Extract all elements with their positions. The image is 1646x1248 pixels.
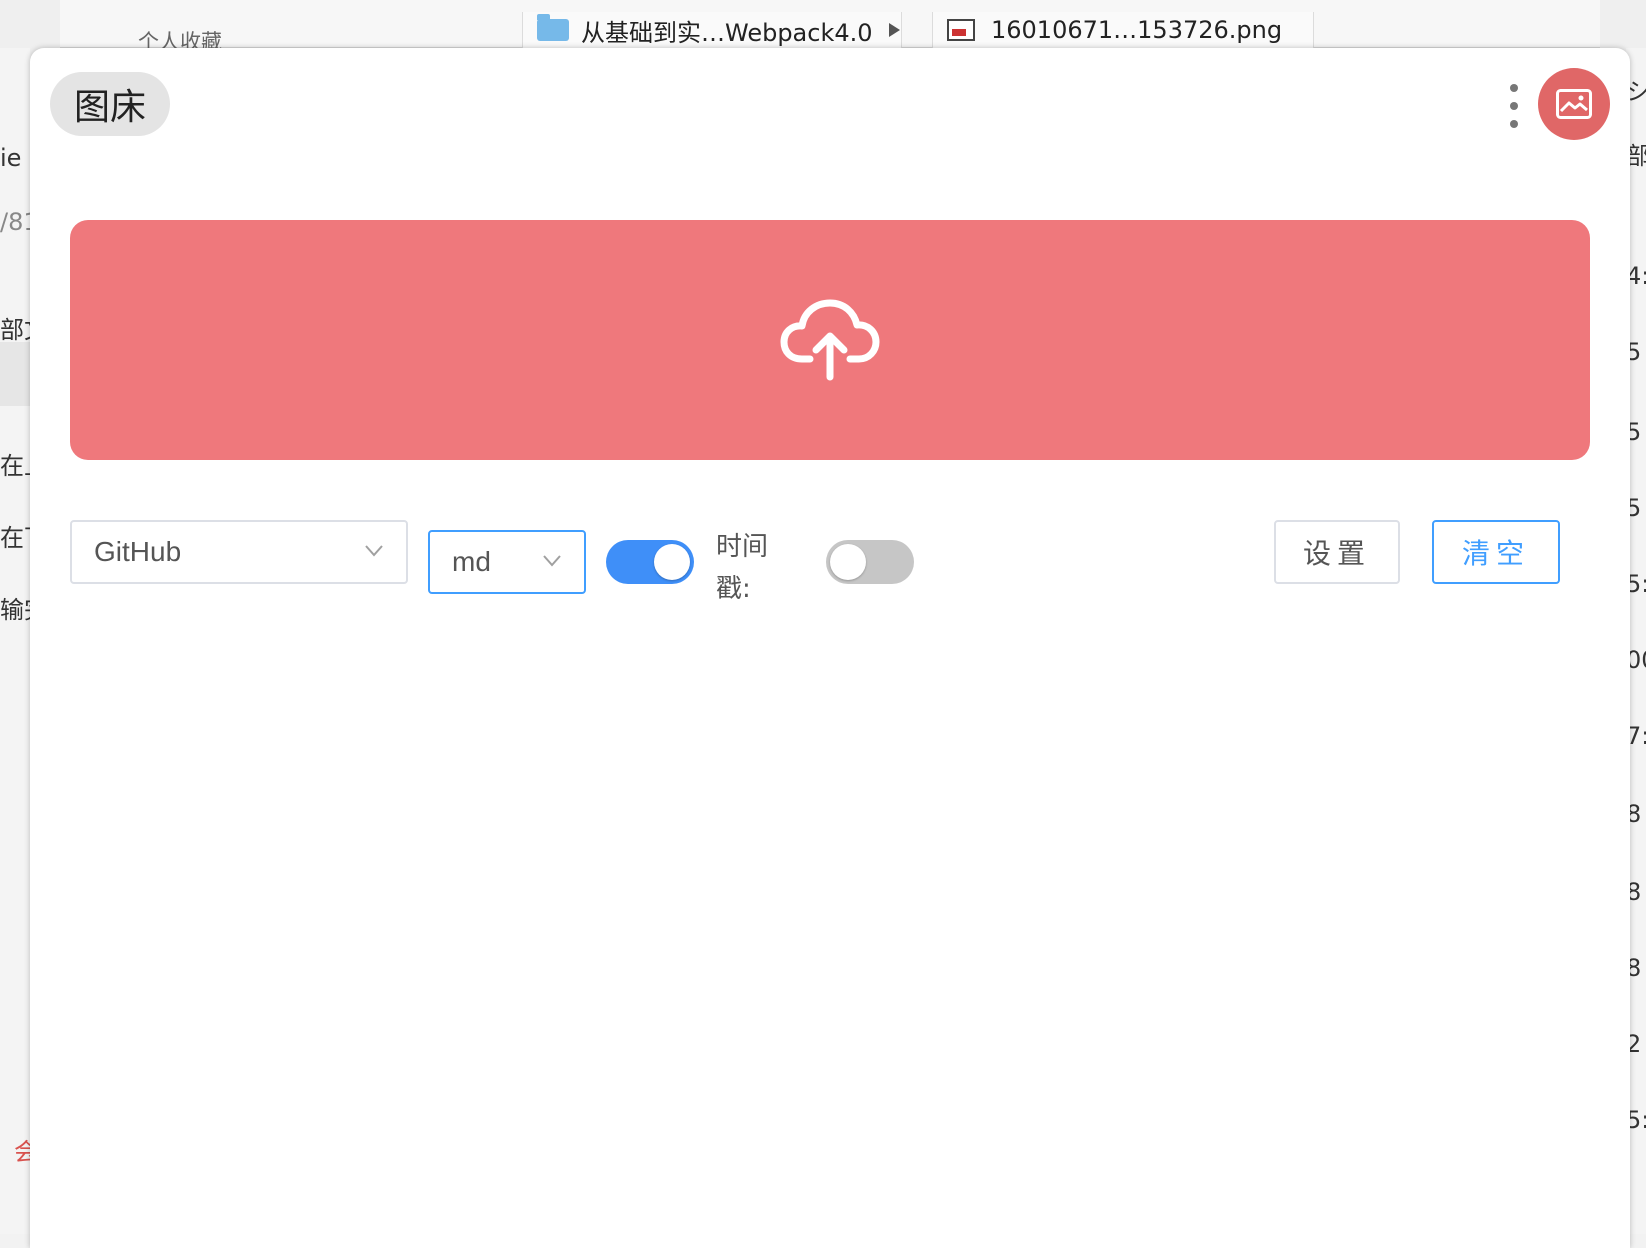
chevron-down-icon: [364, 540, 384, 560]
chevron-down-icon: [542, 550, 562, 570]
background-tab-image[interactable]: 16010671…153726.png: [932, 12, 1314, 48]
clear-button[interactable]: 清空: [1432, 520, 1560, 584]
upload-drop-zone[interactable]: [70, 220, 1590, 460]
more-vertical-icon[interactable]: [1508, 84, 1520, 128]
cloud-upload-icon: [780, 299, 880, 381]
switch-knob: [830, 544, 866, 580]
background-text: ie: [0, 144, 21, 172]
image-icon-button[interactable]: [1538, 68, 1610, 140]
background-text: 部文: [0, 310, 30, 345]
image-icon: [1556, 89, 1592, 119]
settings-button[interactable]: 设置: [1274, 520, 1400, 584]
background-text: 在下: [0, 518, 30, 553]
background-text: /81: [0, 208, 30, 236]
background-text: 输完: [0, 590, 30, 625]
image-file-icon: [947, 19, 975, 41]
background-text: 在上: [0, 446, 30, 481]
link-format-select[interactable]: md: [428, 530, 586, 594]
dot: [1510, 102, 1518, 110]
link-format-value: md: [452, 546, 491, 578]
background-tab-folder[interactable]: 从基础到实…Webpack4.0: [522, 12, 902, 48]
play-icon: [889, 23, 900, 37]
image-host-select[interactable]: GitHub: [70, 520, 408, 584]
format-toggle-switch[interactable]: [606, 540, 694, 584]
background-tab-label: 从基础到实…Webpack4.0: [581, 13, 873, 48]
panel-title: 图床: [50, 72, 170, 136]
switch-knob: [654, 544, 690, 580]
background-text: 会: [14, 1132, 30, 1167]
background-tab-bar: 个人收藏 从基础到实…Webpack4.0 16010671…153726.pn…: [60, 0, 1600, 48]
dot: [1510, 84, 1518, 92]
image-host-panel: 图床 GitHub md 时间戳: 设置: [30, 48, 1630, 1248]
timestamp-toggle-switch[interactable]: [826, 540, 914, 584]
timestamp-label: 时间戳:: [716, 526, 786, 610]
background-highlight: [0, 342, 30, 406]
folder-icon: [537, 19, 569, 41]
background-tab-label: 16010671…153726.png: [991, 16, 1282, 44]
background-left-content: ie /81 部文 在上 在下 输完 会: [0, 48, 30, 1234]
dot: [1510, 120, 1518, 128]
image-host-value: GitHub: [94, 536, 181, 568]
